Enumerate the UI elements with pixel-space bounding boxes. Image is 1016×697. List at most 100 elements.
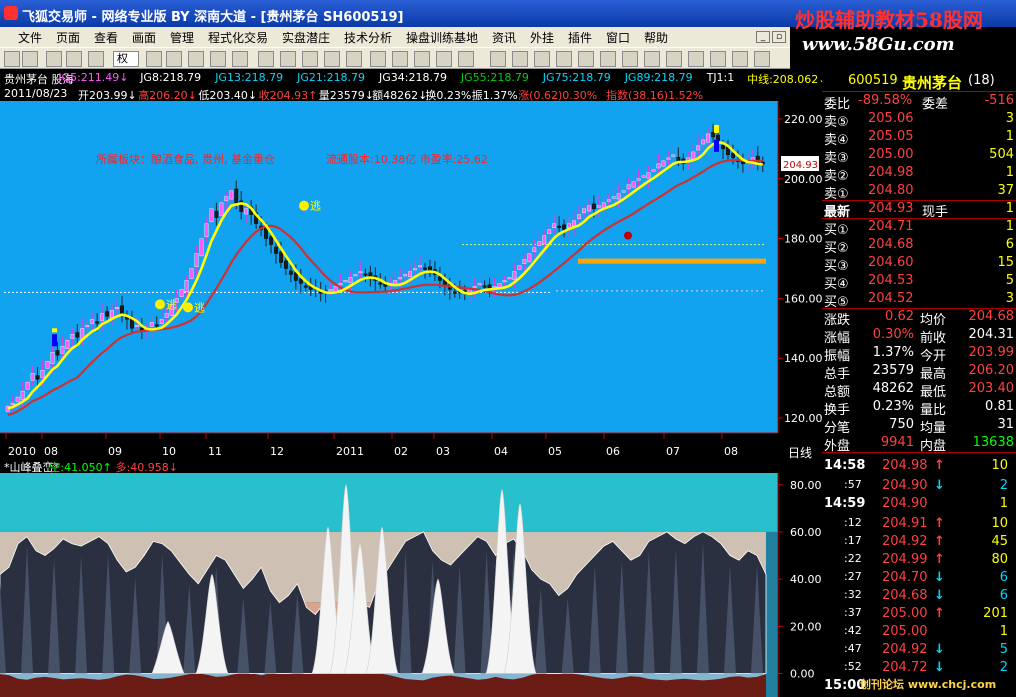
- period-label[interactable]: 日线: [788, 446, 812, 459]
- stat-row: 涨幅 0.30% 前收 204.31: [822, 326, 1016, 346]
- toolbar-icon-12[interactable]: [302, 51, 318, 67]
- candle: [30, 372, 35, 381]
- toolbar-icon-30[interactable]: [710, 51, 726, 67]
- inner-value: 13638: [972, 435, 1014, 450]
- tick-time: :27: [844, 570, 862, 583]
- toolbar-icon-16[interactable]: [392, 51, 408, 67]
- ask-vol: 1: [1005, 165, 1014, 180]
- toolbar-icon-13[interactable]: [324, 51, 340, 67]
- date-axis-bg: [0, 433, 822, 459]
- bid-price: 204.52: [868, 291, 914, 306]
- menu-item-3[interactable]: 画面: [132, 29, 156, 46]
- tick-row: :57 204.90 ↓ 2: [822, 476, 1016, 494]
- tick-row: 14:59 204.90 1: [822, 494, 1016, 512]
- tick-row: :42 205.00 1: [822, 622, 1016, 640]
- candle: [279, 251, 283, 263]
- info1-9: TJ1:1: [706, 71, 735, 84]
- sub-tick-label-1: 20.00: [790, 620, 822, 633]
- toolbar: 权: [0, 47, 790, 69]
- toolbar-icon-4[interactable]: [88, 51, 104, 67]
- restore-button[interactable]: ▫: [772, 31, 786, 43]
- menu-item-12[interactable]: 窗口: [606, 29, 630, 46]
- toolbar-icon-0[interactable]: [4, 51, 20, 67]
- candle: [115, 307, 119, 310]
- toolbar-icon-27[interactable]: [644, 51, 660, 67]
- menu-item-11[interactable]: 插件: [568, 29, 592, 46]
- bid-row: 买⑤ 204.52 3: [822, 290, 1016, 310]
- candle: [423, 267, 427, 270]
- toolbar-icon-14[interactable]: [346, 51, 362, 67]
- price-tick-label-3: 180.00: [784, 233, 822, 246]
- menu-item-6[interactable]: 实盘潜庄: [282, 29, 330, 46]
- menu-item-5[interactable]: 程式化交易: [208, 29, 268, 46]
- candle: [164, 313, 169, 318]
- price-tick-label-1: 140.00: [784, 352, 822, 365]
- stat-value-2: 204.31: [968, 327, 1015, 342]
- arrow-up-icon: ↑: [934, 606, 945, 621]
- main-kline-chart[interactable]: 120.00 140.00 160.00 180.00 200.00 220.00 2010…: [0, 101, 822, 459]
- toolbar-icon-18[interactable]: [436, 51, 452, 67]
- toolbar-icon-7[interactable]: [188, 51, 204, 67]
- menu-item-4[interactable]: 管理: [170, 29, 194, 46]
- toolbar-icon-24[interactable]: [578, 51, 594, 67]
- tick-time: :47: [844, 642, 862, 655]
- toolbar-icon-17[interactable]: [414, 51, 430, 67]
- tick-vol: 5: [999, 642, 1008, 657]
- candle: [577, 214, 581, 220]
- toolbar-icon-1[interactable]: [22, 51, 38, 67]
- toolbar-icon-32[interactable]: [754, 51, 770, 67]
- tick-price: 205.00: [882, 624, 928, 639]
- candle: [25, 381, 30, 390]
- candle: [696, 145, 701, 151]
- ask-row: 卖④ 205.05 1: [822, 128, 1016, 148]
- toolbar-icon-2[interactable]: [46, 51, 62, 67]
- toolbar-icon-11[interactable]: [280, 51, 296, 67]
- toolbar-icon-29[interactable]: [688, 51, 704, 67]
- toolbar-icon-8[interactable]: [210, 51, 226, 67]
- toolbar-icon-19[interactable]: [458, 51, 474, 67]
- menu-item-2[interactable]: 查看: [94, 29, 118, 46]
- candle: [189, 268, 194, 279]
- menu-item-8[interactable]: 操盘训练基地: [406, 29, 478, 46]
- candle: [661, 160, 666, 167]
- title-bar: 飞狐交易师 - 网络专业版 BY 深南大道 - [贵州茅台 SH600519] …: [0, 0, 1016, 32]
- menu-item-13[interactable]: 帮助: [644, 29, 668, 46]
- toolbar-icon-15[interactable]: [370, 51, 386, 67]
- minimize-button[interactable]: _: [756, 31, 770, 43]
- menu-item-7[interactable]: 技术分析: [344, 29, 392, 46]
- toolbar-quan[interactable]: 权: [113, 51, 139, 67]
- ask-row: 卖② 204.98 1: [822, 164, 1016, 184]
- tick-vol: 1: [999, 624, 1008, 639]
- toolbar-icon-5[interactable]: [146, 51, 162, 67]
- stat-value: 48262: [872, 381, 914, 396]
- bid-price: 204.71: [868, 219, 914, 234]
- tick-vol: 45: [991, 534, 1008, 549]
- menu-item-9[interactable]: 资讯: [492, 29, 516, 46]
- toolbar-icon-28[interactable]: [666, 51, 682, 67]
- toolbar-icon-21[interactable]: [512, 51, 528, 67]
- tick-price: 204.72: [882, 660, 928, 675]
- toolbar-icon-6[interactable]: [166, 51, 182, 67]
- toolbar-icon-23[interactable]: [556, 51, 572, 67]
- toolbar-icon-9[interactable]: [232, 51, 248, 67]
- toolbar-icon-10[interactable]: [258, 51, 274, 67]
- separator: [822, 452, 1016, 453]
- toolbar-icon-3[interactable]: [66, 51, 82, 67]
- info1-8: JG89:218.79: [624, 71, 693, 84]
- candle: [398, 277, 403, 280]
- tick-time: 14:58: [824, 458, 866, 473]
- candle: [666, 157, 671, 160]
- toolbar-icon-26[interactable]: [622, 51, 638, 67]
- candle: [303, 285, 308, 288]
- info1-3: JG13:218.79: [215, 71, 284, 84]
- toolbar-icon-31[interactable]: [732, 51, 748, 67]
- toolbar-icon-22[interactable]: [534, 51, 550, 67]
- toolbar-icon-25[interactable]: [600, 51, 616, 67]
- menu-item-10[interactable]: 外挂: [530, 29, 554, 46]
- mountain-indicator-chart[interactable]: 0.00 20.00 40.00 60.00 80.00: [0, 473, 822, 697]
- menu-item-0[interactable]: 文件: [18, 29, 42, 46]
- shares-annotation: 流通股本:10.38亿 市盈率:25.62: [326, 152, 488, 166]
- toolbar-icon-20[interactable]: [490, 51, 506, 67]
- menu-item-1[interactable]: 页面: [56, 29, 80, 46]
- tick-row: :27 204.70 ↓ 6: [822, 568, 1016, 586]
